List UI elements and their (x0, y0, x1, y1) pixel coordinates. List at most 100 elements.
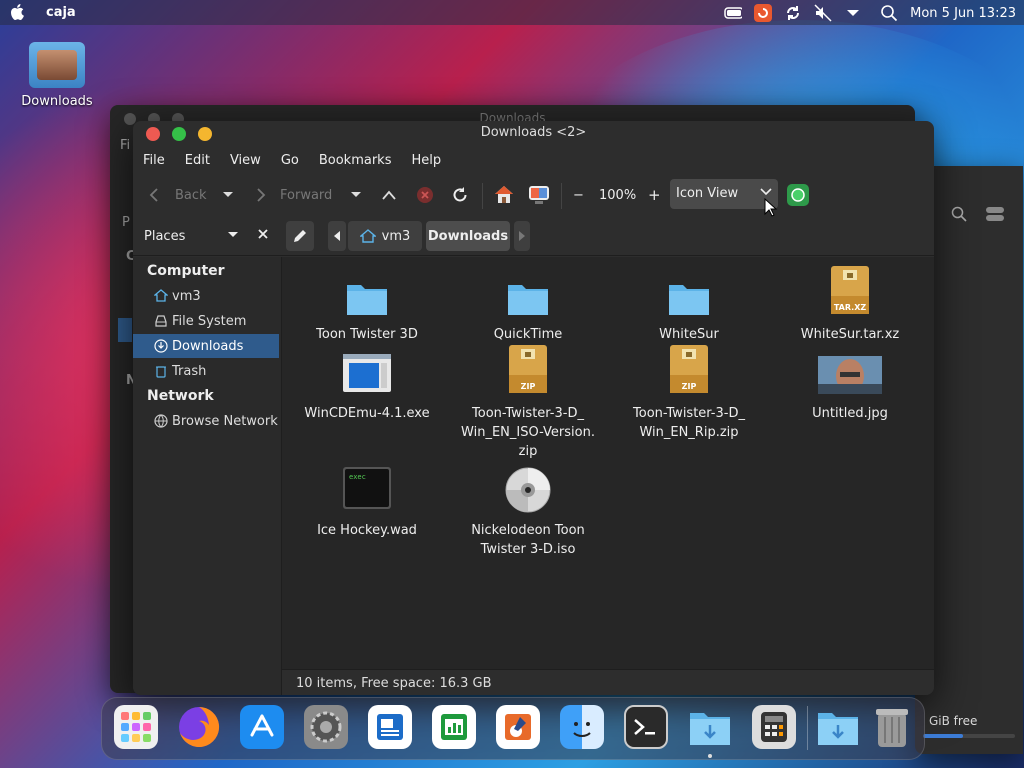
zip-archive-icon: ZIP (614, 345, 764, 398)
forward-label: Forward (280, 187, 333, 203)
view-mode-select[interactable]: Icon View (670, 179, 778, 209)
dock-separator (807, 706, 808, 750)
settings-icon[interactable] (304, 705, 348, 749)
path-segment-label: Downloads (427, 228, 509, 244)
draw-icon[interactable] (496, 705, 540, 749)
file-item[interactable]: Untitled.jpg (775, 350, 925, 423)
file-manager-window[interactable]: Downloads <2> File Edit View Go Bookmark… (133, 121, 934, 695)
file-icon-view[interactable]: Toon Twister 3D QuickTime WhiteSur TAR.X… (282, 257, 934, 669)
menu-view[interactable]: View (220, 147, 271, 173)
file-name-line: Win_EN_Rip.zip (639, 425, 739, 440)
desktop-icon-downloads[interactable]: Downloads (14, 42, 100, 109)
svg-text:exec: exec (349, 473, 366, 481)
file-name: WhiteSur (659, 327, 719, 342)
zoom-out-button[interactable]: − (573, 177, 584, 213)
stop-button[interactable] (416, 177, 434, 213)
sidebar-item-label: Downloads (172, 338, 244, 354)
menu-bookmarks[interactable]: Bookmarks (309, 147, 402, 173)
forward-history-dropdown[interactable] (350, 177, 362, 213)
file-name-line: Toon-Twister-3-D_ (472, 406, 584, 421)
search-icon[interactable] (951, 206, 967, 222)
path-segment-label: vm3 (381, 228, 411, 244)
file-name: Ice Hockey.wad (317, 523, 417, 538)
apple-menu-icon[interactable] (10, 3, 26, 21)
file-item[interactable]: TAR.XZ WhiteSur.tar.xz (775, 266, 925, 344)
sidebar-item-browse-network[interactable]: Browse Network (133, 409, 279, 433)
file-item[interactable]: WhiteSur (614, 271, 764, 344)
window-title: Downloads <2> (480, 125, 587, 140)
sidebar-item-file-system[interactable]: File System (133, 309, 279, 333)
extension-button[interactable] (787, 177, 809, 213)
search-icon[interactable] (880, 4, 898, 22)
zoom-out-label: − (573, 187, 584, 203)
computer-button[interactable] (528, 177, 550, 213)
battery-icon[interactable] (724, 4, 743, 22)
menu-file[interactable]: File (133, 147, 175, 173)
back-button[interactable]: Back (147, 177, 207, 213)
file-name-line: Nickelodeon Toon (471, 523, 585, 538)
active-app-name[interactable]: caja (46, 5, 76, 20)
home-icon (359, 229, 376, 243)
file-item[interactable]: Nickelodeon Toon Twister 3-D.iso (453, 467, 603, 559)
reload-button[interactable] (451, 177, 469, 213)
svg-text:ZIP: ZIP (682, 382, 697, 391)
terminal-icon[interactable] (624, 705, 668, 749)
tar-archive-icon: TAR.XZ (775, 266, 925, 319)
title-bar[interactable]: Downloads <2> (133, 121, 934, 147)
calculator-icon[interactable] (752, 705, 796, 749)
menu-help[interactable]: Help (401, 147, 451, 173)
app-store-icon[interactable] (240, 705, 284, 749)
zoom-in-button[interactable]: + (648, 177, 661, 213)
forward-button[interactable]: Forward (254, 177, 332, 213)
sidebar-item-downloads[interactable]: Downloads (133, 334, 279, 358)
home-icon (495, 186, 513, 203)
path-segment-vm3[interactable]: vm3 (348, 221, 422, 251)
pencil-icon (294, 230, 306, 242)
sync-icon[interactable] (784, 4, 802, 22)
toggle-icon[interactable] (985, 206, 1005, 222)
trash-icon[interactable] (870, 705, 914, 749)
menu-edit[interactable]: Edit (175, 147, 220, 173)
downloads-folder-icon[interactable] (688, 705, 732, 749)
path-bar: Places vm3 Downloads (133, 215, 934, 256)
svg-text:TAR.XZ: TAR.XZ (834, 303, 867, 312)
folder-icon (292, 271, 442, 319)
writer-icon[interactable] (368, 705, 412, 749)
tray-menu-chevron-icon[interactable] (844, 4, 862, 22)
file-name: Untitled.jpg (812, 406, 888, 421)
file-item[interactable]: ZIP Toon-Twister-3-D_ Win_EN_ISO-Version… (453, 345, 603, 461)
folder-downloads-icon[interactable] (816, 705, 860, 749)
finder-icon[interactable] (560, 705, 604, 749)
file-item[interactable]: Toon Twister 3D (292, 271, 442, 344)
chevron-down-icon (351, 192, 361, 197)
menu-go[interactable]: Go (271, 147, 309, 173)
top-panel: caja Mon 5 Jun 13:23 (0, 0, 1024, 25)
sidebar-item-label: File System (172, 313, 247, 329)
file-item[interactable]: ZIP Toon-Twister-3-D_ Win_EN_Rip.zip (614, 345, 764, 442)
file-item[interactable]: exec Ice Hockey.wad (292, 467, 442, 540)
back-history-dropdown[interactable] (222, 177, 234, 213)
home-button[interactable] (493, 177, 515, 213)
file-item[interactable]: QuickTime (453, 271, 603, 344)
path-scroll-right[interactable] (514, 221, 530, 251)
up-button[interactable] (381, 177, 397, 213)
volume-muted-icon[interactable] (814, 4, 832, 22)
sidebar-item-trash[interactable]: Trash (133, 359, 279, 383)
calc-icon[interactable] (432, 705, 476, 749)
places-dropdown-icon[interactable] (227, 227, 239, 241)
zoom-level[interactable]: 100% (599, 177, 636, 213)
system-tray: Mon 5 Jun 13:23 (724, 3, 1016, 23)
firefox-icon[interactable] (177, 705, 221, 749)
launchpad-icon[interactable] (114, 705, 158, 749)
update-notifier-icon[interactable] (754, 4, 773, 22)
path-scroll-left[interactable] (328, 221, 346, 251)
edit-location-button[interactable] (286, 221, 314, 251)
sidebar-item-label: Browse Network (172, 413, 278, 429)
clock[interactable]: Mon 5 Jun 13:23 (910, 6, 1016, 21)
file-item[interactable]: WinCDEmu-4.1.exe (292, 350, 442, 423)
close-sidebar-icon[interactable] (257, 226, 269, 242)
file-name: WhiteSur.tar.xz (800, 327, 900, 342)
path-segment-downloads[interactable]: Downloads (426, 221, 510, 251)
file-name-line: Win_EN_ISO-Version. (461, 425, 595, 440)
sidebar-item-vm3[interactable]: vm3 (133, 284, 279, 308)
